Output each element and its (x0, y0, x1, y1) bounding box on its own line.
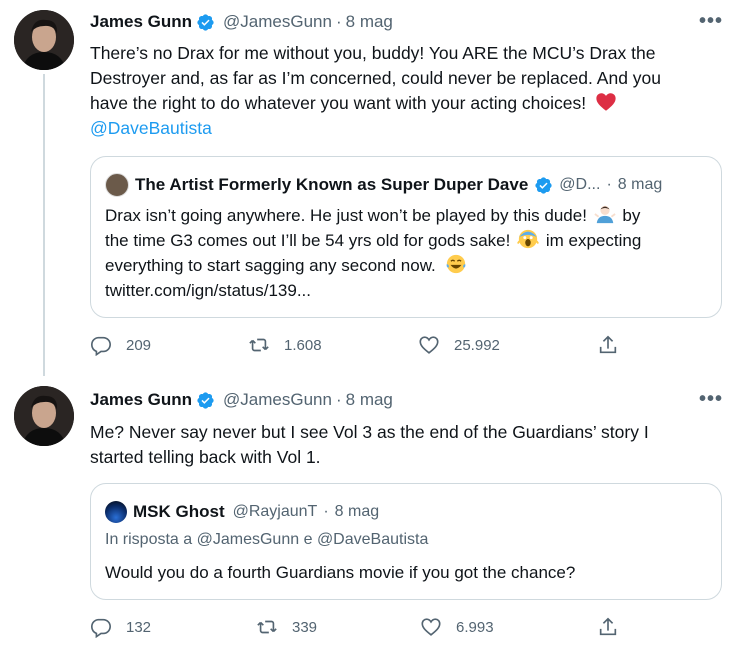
quoted-avatar (105, 173, 129, 197)
separator: · (323, 503, 329, 520)
quoted-tweet-card[interactable]: The Artist Formerly Known as Super Duper… (90, 156, 722, 318)
tweet-text-line: There’s no Drax for me without you, budd… (90, 43, 656, 63)
tears-of-joy-emoji-icon (446, 254, 465, 274)
quoted-author-name: The Artist Formerly Known as Super Duper… (135, 175, 529, 194)
quoted-date: 8 mag (334, 503, 380, 520)
retweet-icon (257, 620, 277, 634)
like-icon (419, 336, 439, 354)
tweet-date[interactable]: 8 mag (346, 390, 393, 410)
quoted-text: Would you do a fourth Guardians movie if… (105, 563, 576, 582)
share-icon (599, 335, 617, 354)
like-count: 6.993 (456, 618, 494, 636)
verified-badge-icon (197, 13, 214, 31)
quoted-avatar (105, 501, 127, 523)
quoted-handle: @RayjaunT (232, 503, 318, 520)
mention-link: @DaveBautista (316, 531, 429, 548)
separator: · (606, 176, 612, 193)
heart-emoji-icon (596, 93, 616, 111)
avatar-photo (14, 386, 74, 446)
retweet-count: 339 (292, 618, 318, 636)
tweet2-text: Me? Never say never but I see Vol 3 as t… (90, 420, 730, 470)
tweet2-header: James Gunn @JamesGunn · 8 mag (90, 390, 393, 410)
separator: · (335, 390, 342, 409)
like-count: 25.992 (454, 336, 500, 354)
reply-icon (91, 336, 111, 356)
quoted-date: 8 mag (617, 176, 663, 193)
more-icon[interactable]: ••• (699, 10, 723, 33)
screaming-face-emoji-icon (517, 229, 540, 249)
share-button[interactable] (597, 334, 619, 356)
person-shrugging-emoji-icon (594, 205, 616, 224)
tweet-text-line: started telling back with Vol 1. (90, 447, 321, 467)
like-button[interactable]: 6.993 (420, 616, 494, 638)
quoted-handle: @D... (559, 176, 601, 193)
verified-badge-icon (197, 391, 214, 409)
avatar-photo (14, 10, 74, 70)
like-button[interactable]: 25.992 (418, 334, 500, 356)
verified-badge-icon (535, 176, 552, 194)
share-button[interactable] (597, 616, 619, 638)
mention-link: @JamesGunn (196, 531, 300, 548)
quoted-tweet-card[interactable]: MSK Ghost @RayjaunT · 8 mag In risposta … (90, 483, 722, 600)
author-name[interactable]: James Gunn (90, 390, 192, 410)
tweet1-text: There’s no Drax for me without you, budd… (90, 41, 730, 141)
thread-line (43, 74, 45, 376)
separator: · (335, 12, 342, 31)
tweet-text-line: Destroyer and, as far as I’m concerned, … (90, 68, 662, 88)
share-icon (599, 617, 617, 636)
quoted-header: MSK Ghost @RayjaunT · 8 mag (105, 501, 379, 523)
retweet-icon (249, 338, 269, 352)
like-icon (421, 618, 441, 636)
quoted-text: Drax isn’t going anywhere. He just won’t… (105, 203, 715, 303)
author-handle[interactable]: @JamesGunn (223, 12, 332, 32)
reply-count: 209 (126, 336, 152, 354)
quoted-link[interactable]: twitter.com/ign/status/139... (105, 278, 715, 303)
tweet-text-line: have the right to do whatever you want w… (90, 91, 730, 116)
tweet-date[interactable]: 8 mag (346, 12, 393, 32)
retweet-button[interactable]: 1.608 (248, 334, 322, 356)
retweet-count: 1.608 (284, 336, 322, 354)
reply-icon (91, 618, 111, 638)
mention-link[interactable]: @DaveBautista (90, 118, 212, 138)
reply-count: 132 (126, 618, 152, 636)
tweet-text-line: Me? Never say never but I see Vol 3 as t… (90, 422, 649, 442)
reply-button[interactable]: 132 (90, 616, 151, 638)
avatar[interactable] (14, 10, 74, 70)
avatar[interactable] (14, 386, 74, 446)
author-handle[interactable]: @JamesGunn (223, 390, 332, 410)
retweet-button[interactable]: 339 (256, 616, 317, 638)
quoted-author-name: MSK Ghost (133, 502, 225, 521)
tweet1-header: James Gunn @JamesGunn · 8 mag (90, 12, 393, 32)
reply-button[interactable]: 209 (90, 334, 151, 356)
quoted-header: The Artist Formerly Known as Super Duper… (105, 173, 662, 197)
author-name[interactable]: James Gunn (90, 12, 192, 32)
reply-context: In risposta a @JamesGunn e @DaveBautista (105, 531, 429, 548)
more-icon[interactable]: ••• (699, 388, 723, 411)
